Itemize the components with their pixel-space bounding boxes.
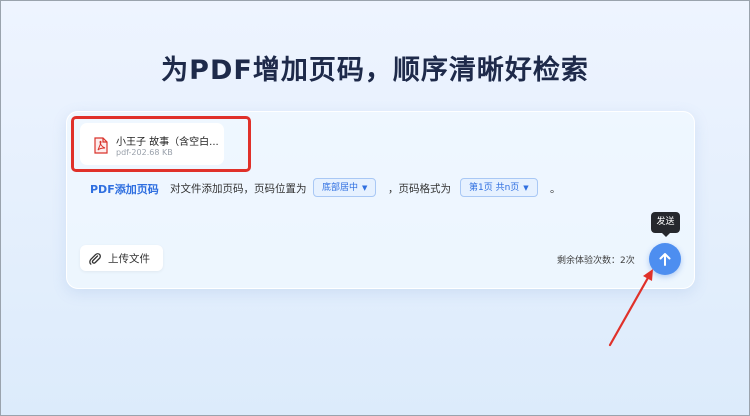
annotation-highlight-box [71,116,251,172]
position-select-value: 底部居中 [322,183,359,193]
tooltip-pointer [661,232,671,237]
chevron-down-icon: ▼ [362,184,368,192]
instruction-text-1: 对文件添加页码，页码位置为 [170,183,307,195]
tool-link-add-page-numbers[interactable]: PDF添加页码 [90,181,159,197]
format-select-value: 第1页 共n页 [469,183,520,193]
upload-file-label: 上传文件 [108,253,150,265]
send-tooltip: 发送 [651,212,680,233]
page-number-position-select[interactable]: 底部居中 ▼ [313,178,377,197]
page-number-format-select[interactable]: 第1页 共n页 ▼ [460,178,538,197]
page-title: 为PDF增加页码，顺序清晰好检索 [161,55,589,86]
chevron-down-icon: ▼ [523,184,529,192]
annotation-arrow [608,269,653,347]
paperclip-icon [88,251,102,265]
instruction-text-end: 。 [550,183,561,195]
instruction-text-2: ，页码格式为 [388,183,451,195]
